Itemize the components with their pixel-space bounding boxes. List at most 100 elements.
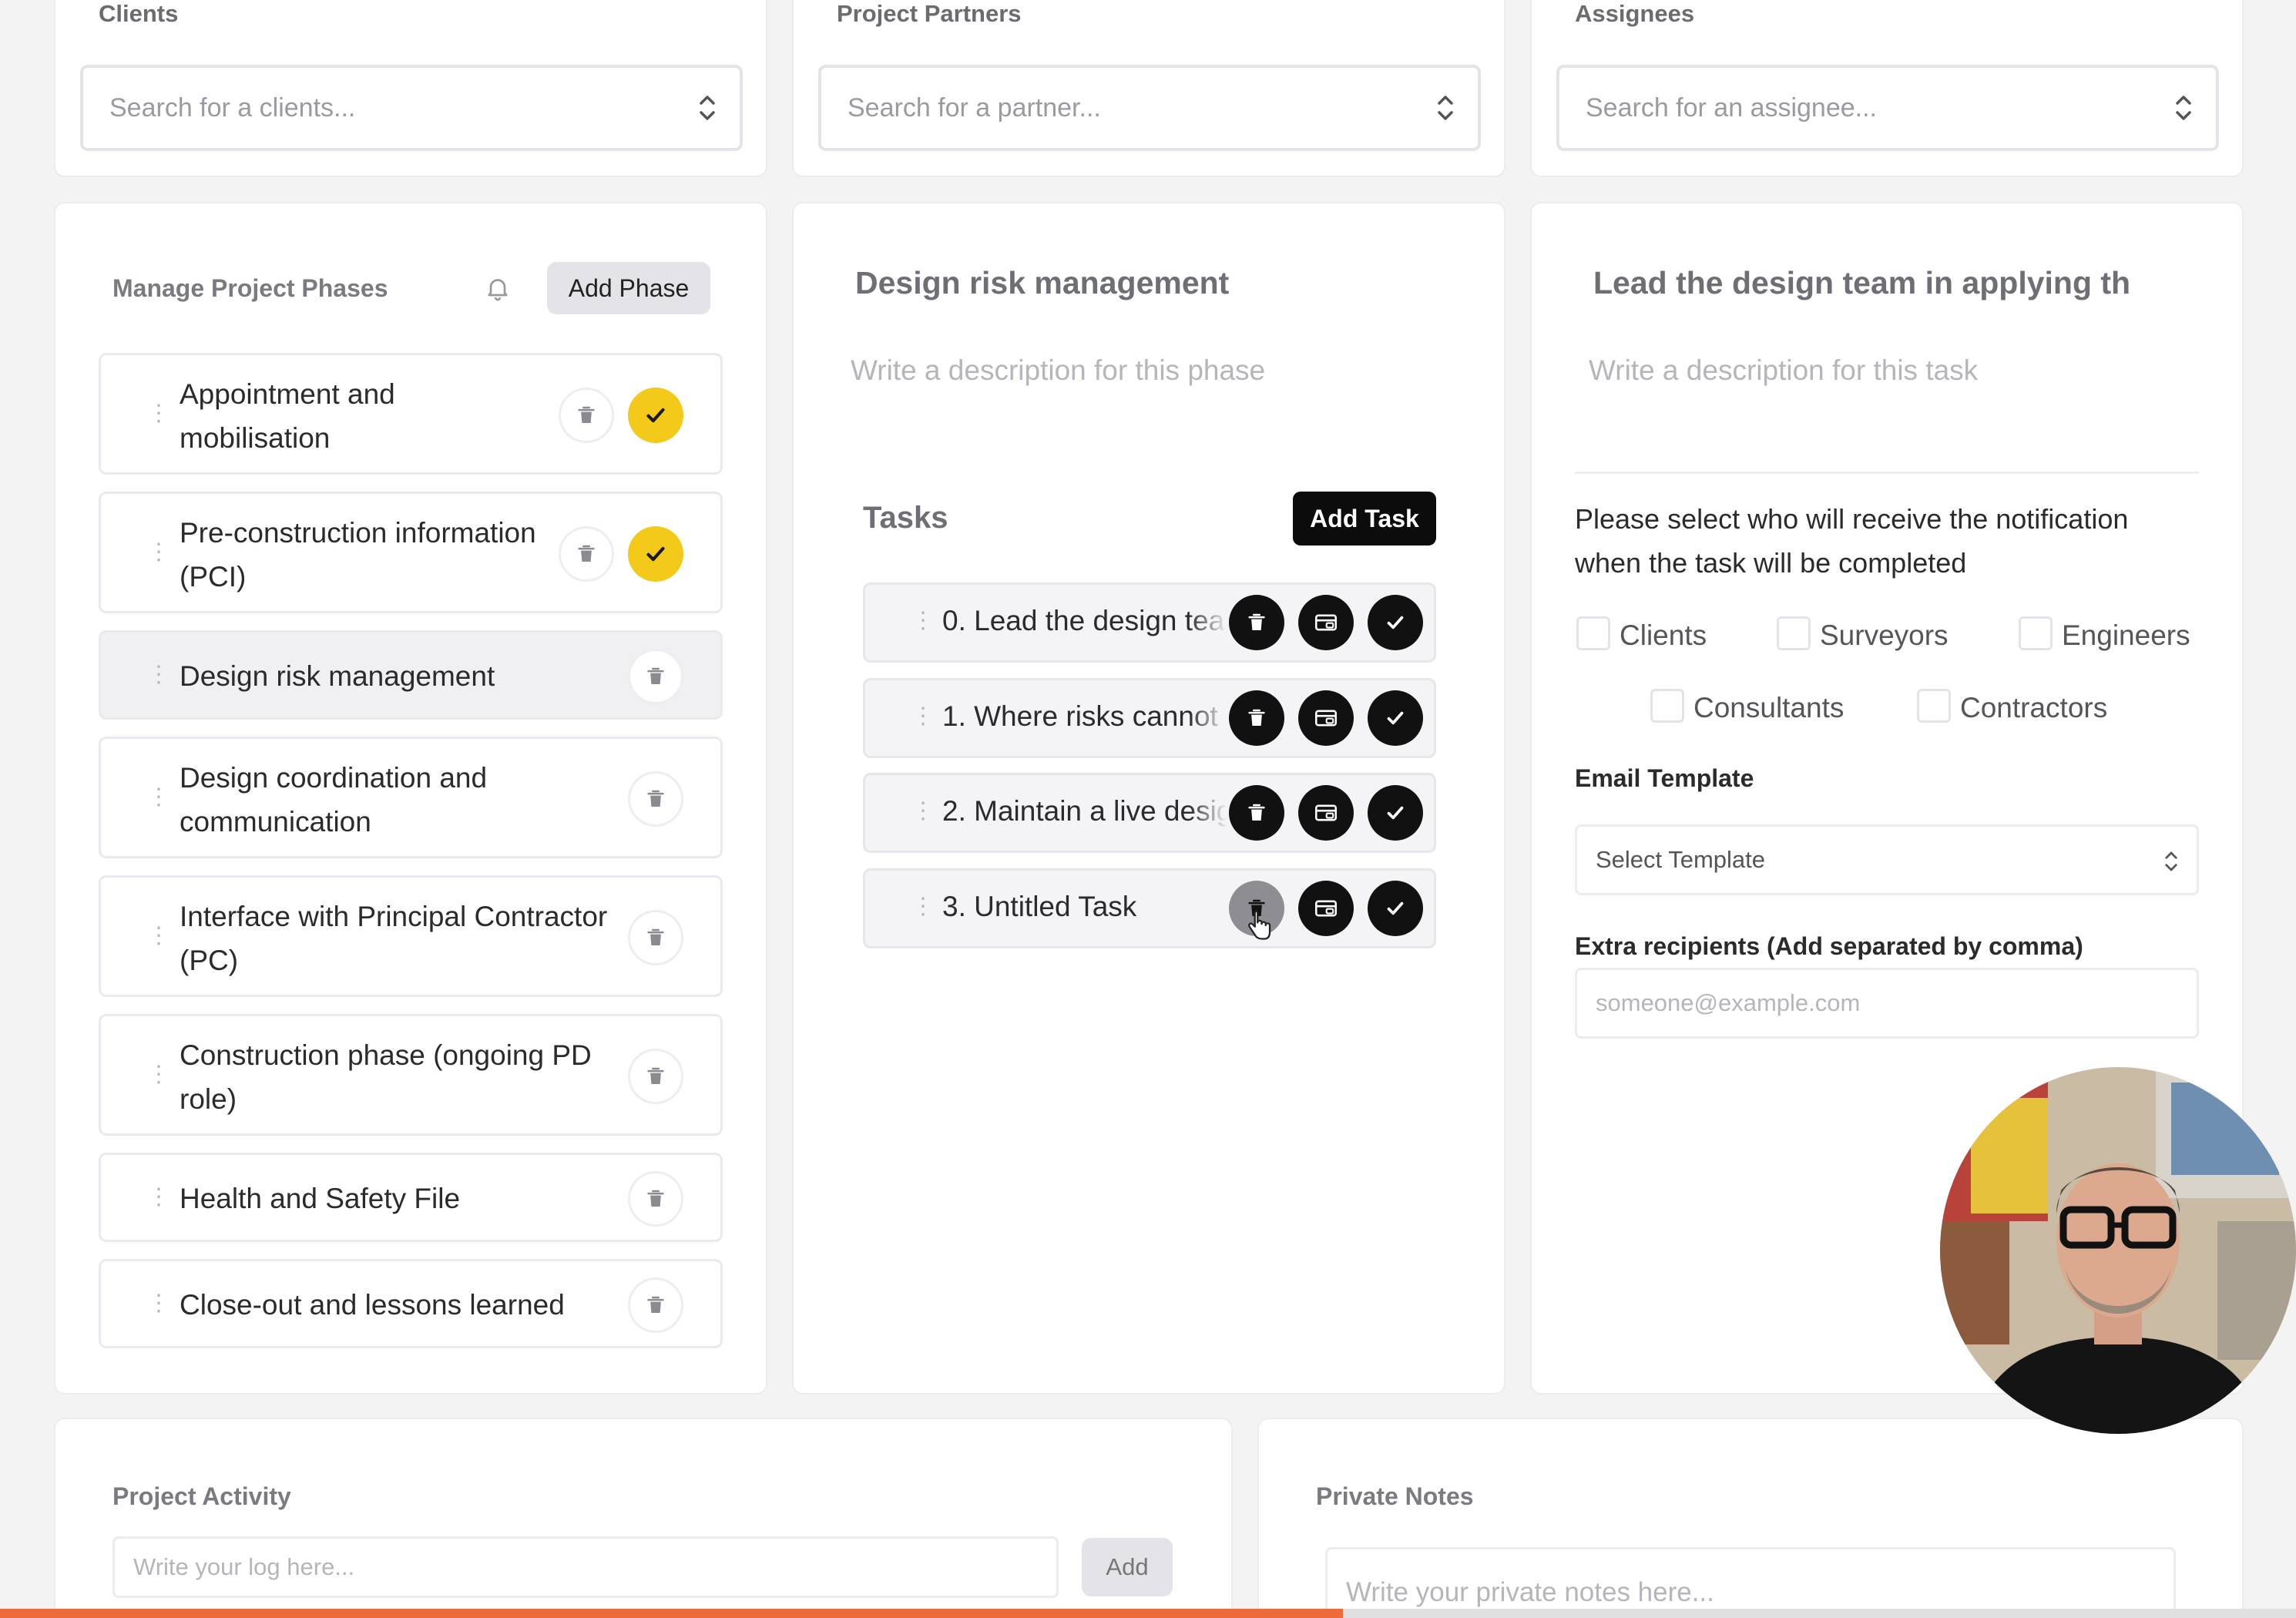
delete-phase-button[interactable] [628, 1277, 683, 1333]
phase-item[interactable]: ⋮ Design coordination and communication [99, 737, 723, 858]
phase-completed-button[interactable] [628, 526, 683, 582]
phase-item[interactable]: ⋮ Health and Safety File [99, 1153, 723, 1242]
recipient-checkbox-clients[interactable] [1576, 616, 1610, 650]
phase-item-label-line1: Design risk management [180, 660, 495, 692]
extra-recipients-label: Extra recipients (Add separated by comma… [1575, 932, 2083, 960]
delete-phase-button[interactable] [628, 771, 683, 827]
notification-card-icon [1314, 900, 1338, 917]
task-notification-button[interactable] [1298, 690, 1354, 746]
add-phase-button[interactable]: Add Phase [547, 262, 710, 314]
assignees-search-placeholder: Search for an assignee... [1586, 92, 1878, 123]
task-row[interactable]: ⋮ 1. Where risks cannot [863, 678, 1436, 758]
notification-card-icon [1314, 614, 1338, 631]
activity-log-input[interactable]: Write your log here... [112, 1536, 1059, 1598]
private-notes-input[interactable]: Write your private notes here... [1325, 1547, 2176, 1618]
email-template-label: Email Template [1575, 764, 1754, 792]
phase-item-label-line2: mobilisation [180, 422, 331, 454]
drag-handle-icon[interactable]: ⋮ [911, 895, 935, 918]
trash-icon [647, 928, 664, 945]
task-row[interactable]: ⋮ 0. Lead the design team in applying th [863, 582, 1436, 663]
add-task-button[interactable]: Add Task [1293, 492, 1436, 545]
phase-item[interactable]: ⋮ Appointment and mobilisation [99, 353, 723, 475]
clients-search-select[interactable]: Search for a clients... [80, 65, 743, 151]
drag-handle-icon[interactable]: ⋮ [147, 663, 170, 686]
complete-task-button[interactable] [1368, 881, 1423, 936]
drag-handle-icon[interactable]: ⋮ [147, 925, 170, 948]
task-notification-button[interactable] [1298, 785, 1354, 841]
email-template-select[interactable]: Select Template [1575, 824, 2199, 895]
recipient-checkbox-surveyors[interactable] [1777, 616, 1811, 650]
phase-completed-button[interactable] [628, 388, 683, 443]
assignees-search-select[interactable]: Search for an assignee... [1556, 65, 2219, 151]
extra-recipients-input[interactable]: someone@example.com [1575, 968, 2199, 1039]
delete-phase-button[interactable] [559, 526, 614, 582]
delete-phase-button[interactable] [628, 649, 683, 704]
notification-card-icon [1314, 804, 1338, 821]
phase-item-label-line2: communication [180, 806, 371, 838]
delete-phase-button[interactable] [628, 910, 683, 965]
recipient-checkbox-contractors[interactable] [1917, 689, 1951, 723]
private-notes-placeholder: Write your private notes here... [1346, 1577, 1714, 1607]
delete-task-button[interactable] [1229, 785, 1284, 841]
trash-icon [578, 406, 595, 423]
phase-item[interactable]: ⋮ Construction phase (ongoing PD role) [99, 1014, 723, 1136]
trash-icon [647, 1190, 664, 1207]
complete-task-button[interactable] [1368, 595, 1423, 650]
task-notification-button[interactable] [1298, 881, 1354, 936]
recipient-label-surveyors: Surveyors [1820, 619, 1949, 651]
task-title[interactable]: Lead the design team in applying th [1593, 265, 2210, 301]
task-label: 2. Maintain a live design [942, 795, 1227, 827]
complete-task-button[interactable] [1368, 785, 1423, 841]
presenter-video-frame [1940, 1067, 2296, 1434]
drag-handle-icon[interactable]: ⋮ [147, 541, 170, 564]
phase-item[interactable]: ⋮ Interface with Principal Contractor (PC) [99, 875, 723, 997]
drag-handle-icon[interactable]: ⋮ [147, 1063, 170, 1086]
drag-handle-icon[interactable]: ⋮ [147, 786, 170, 809]
phase-title[interactable]: Design risk management [855, 265, 1472, 301]
partners-label: Project Partners [837, 0, 1022, 27]
extra-recipients-placeholder: someone@example.com [1596, 989, 1861, 1016]
phase-item-label: Appointment and mobilisation [180, 372, 395, 460]
delete-task-button[interactable] [1229, 690, 1284, 746]
check-icon [1387, 901, 1404, 915]
delete-task-button[interactable] [1229, 595, 1284, 650]
recipient-label-clients: Clients [1620, 619, 1707, 651]
drag-handle-icon[interactable]: ⋮ [147, 402, 170, 425]
complete-task-button[interactable] [1368, 690, 1423, 746]
drag-handle-icon[interactable]: ⋮ [147, 1292, 170, 1315]
bell-icon[interactable] [484, 274, 512, 302]
delete-phase-button[interactable] [559, 388, 614, 443]
check-icon [646, 408, 665, 423]
phase-item[interactable]: ⋮ Close-out and lessons learned [99, 1259, 723, 1348]
phase-description-input[interactable]: Write a description for this phase [851, 354, 1265, 387]
recipient-checkbox-engineers[interactable] [2019, 616, 2053, 650]
task-notification-button[interactable] [1298, 595, 1354, 650]
trash-icon [1248, 613, 1265, 630]
phase-item-label-line2: (PC) [180, 945, 239, 976]
recipient-checkbox-consultants[interactable] [1650, 689, 1684, 723]
tasks-title: Tasks [863, 501, 948, 535]
partners-search-select[interactable]: Search for a partner... [818, 65, 1481, 151]
phase-item-label: Construction phase (ongoing PD role) [180, 1033, 592, 1121]
phase-item[interactable]: ⋮ Design risk management [99, 630, 723, 720]
add-activity-button[interactable]: Add [1082, 1538, 1173, 1596]
delete-phase-button[interactable] [628, 1049, 683, 1104]
phase-item-label-line1: Appointment and [180, 378, 395, 410]
drag-handle-icon[interactable]: ⋮ [147, 1186, 170, 1209]
task-divider [1575, 472, 2199, 474]
phase-item[interactable]: ⋮ Pre-construction information (PCI) [99, 492, 723, 613]
trash-icon [647, 1067, 664, 1084]
task-row[interactable]: ⋮ 2. Maintain a live design [863, 773, 1436, 853]
drag-handle-icon[interactable]: ⋮ [911, 800, 935, 823]
video-progress-fill [0, 1609, 1344, 1618]
video-progress-track[interactable] [0, 1609, 2296, 1618]
notification-card-icon [1314, 710, 1338, 727]
task-row[interactable]: ⋮ 3. Untitled Task [863, 868, 1436, 948]
task-label: 0. Lead the design team in applying th [942, 605, 1227, 637]
phase-item-label-line1: Construction phase (ongoing PD [180, 1039, 592, 1071]
delete-phase-button[interactable] [628, 1171, 683, 1227]
drag-handle-icon[interactable]: ⋮ [911, 705, 935, 728]
recipient-label-consultants: Consultants [1693, 692, 1845, 723]
task-description-input[interactable]: Write a description for this task [1589, 354, 1978, 387]
drag-handle-icon[interactable]: ⋮ [911, 609, 935, 633]
